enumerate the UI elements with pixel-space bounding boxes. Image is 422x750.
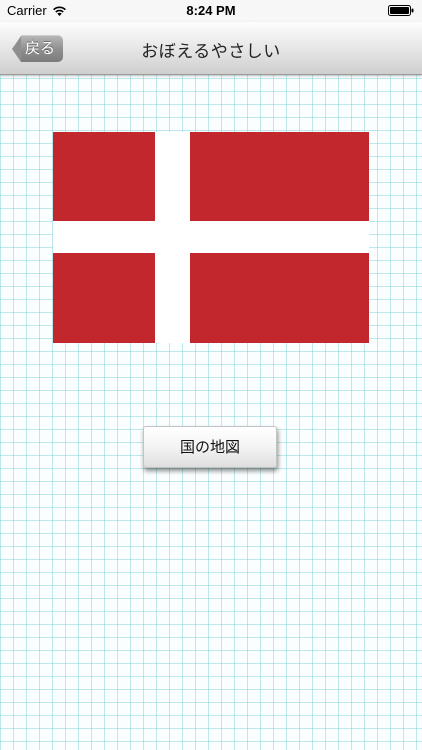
navigation-bar: 戻る おぼえるやさしい bbox=[0, 22, 422, 75]
country-map-button[interactable]: 国の地図 bbox=[143, 426, 277, 468]
denmark-flag-icon bbox=[53, 132, 369, 343]
status-bar: Carrier 8:24 PM bbox=[0, 0, 422, 22]
denmark-flag-image bbox=[53, 132, 369, 343]
page-title: おぼえるやさしい bbox=[141, 42, 281, 61]
battery-icon bbox=[388, 5, 414, 16]
status-time: 8:24 PM bbox=[186, 3, 236, 18]
flag-cross-horizontal bbox=[53, 221, 369, 253]
